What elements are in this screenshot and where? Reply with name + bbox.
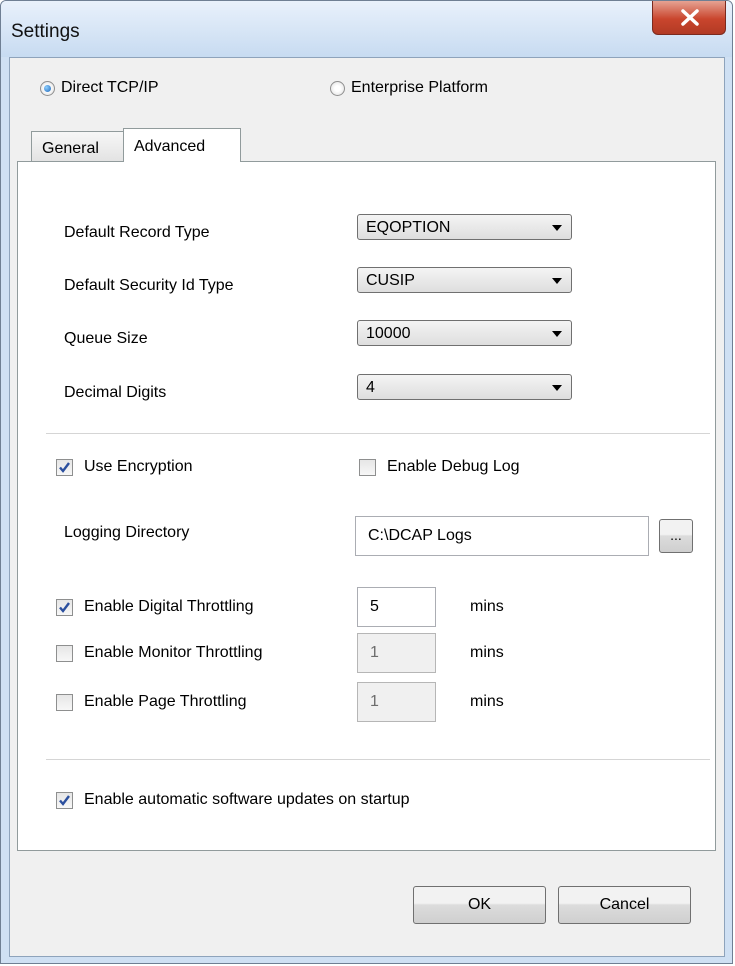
use-encryption-label: Use Encryption <box>84 458 193 475</box>
enable-page-throttling-label: Enable Page Throttling <box>84 693 247 710</box>
decimal-digits-value: 4 <box>366 379 375 396</box>
queue-size-value: 10000 <box>366 325 411 342</box>
logging-directory-label: Logging Directory <box>64 524 190 541</box>
chevron-down-icon <box>552 225 562 231</box>
default-security-id-type-label: Default Security Id Type <box>64 277 234 294</box>
default-record-type-value: EQOPTION <box>366 219 451 236</box>
radio-direct-tcpip[interactable] <box>40 81 55 96</box>
enable-page-throttling-checkbox[interactable] <box>56 694 73 711</box>
digital-throttling-input[interactable] <box>357 587 436 627</box>
checkmark-icon <box>59 462 70 473</box>
close-icon <box>681 9 699 26</box>
ok-button[interactable]: OK <box>413 886 546 924</box>
default-security-id-type-value: CUSIP <box>366 272 415 289</box>
queue-size-label: Queue Size <box>64 330 148 347</box>
separator <box>46 433 710 435</box>
advanced-tab-panel: Default Record Type EQOPTION Default Sec… <box>17 161 716 851</box>
logging-directory-input[interactable] <box>355 516 649 556</box>
enable-debug-log-checkbox[interactable] <box>359 459 376 476</box>
digital-throttling-unit: mins <box>470 598 504 615</box>
enable-digital-throttling-checkbox[interactable] <box>56 599 73 616</box>
decimal-digits-select[interactable]: 4 <box>357 374 572 400</box>
radio-enterprise-platform-label: Enterprise Platform <box>351 79 488 96</box>
chevron-down-icon <box>552 278 562 284</box>
window-title: Settings <box>11 21 80 42</box>
default-security-id-type-select[interactable]: CUSIP <box>357 267 572 293</box>
checkmark-icon <box>59 602 70 613</box>
radio-enterprise-platform[interactable] <box>330 81 345 96</box>
cancel-button[interactable]: Cancel <box>558 886 691 924</box>
decimal-digits-label: Decimal Digits <box>64 384 167 401</box>
auto-update-checkbox[interactable] <box>56 792 73 809</box>
page-throttling-unit: mins <box>470 693 504 710</box>
tab-advanced[interactable]: Advanced <box>123 128 241 162</box>
browse-button[interactable]: ... <box>659 519 693 553</box>
enable-monitor-throttling-label: Enable Monitor Throttling <box>84 644 263 661</box>
queue-size-select[interactable]: 10000 <box>357 320 572 346</box>
dialog-body: Direct TCP/IP Enterprise Platform Defaul… <box>9 57 725 957</box>
auto-update-label: Enable automatic software updates on sta… <box>84 791 410 808</box>
use-encryption-checkbox[interactable] <box>56 459 73 476</box>
radio-direct-tcpip-label: Direct TCP/IP <box>61 79 159 96</box>
title-bar[interactable]: Settings <box>1 1 732 57</box>
monitor-throttling-unit: mins <box>470 644 504 661</box>
separator <box>46 759 710 761</box>
chevron-down-icon <box>552 331 562 337</box>
chevron-down-icon <box>552 385 562 391</box>
settings-window: Settings Direct TCP/IP Enterprise Platfo… <box>0 0 733 964</box>
enable-monitor-throttling-checkbox[interactable] <box>56 645 73 662</box>
tab-general[interactable]: General <box>31 131 124 161</box>
enable-debug-log-label: Enable Debug Log <box>387 458 520 475</box>
default-record-type-label: Default Record Type <box>64 224 210 241</box>
enable-digital-throttling-label: Enable Digital Throttling <box>84 598 254 615</box>
page-throttling-input[interactable] <box>357 682 436 722</box>
default-record-type-select[interactable]: EQOPTION <box>357 214 572 240</box>
checkmark-icon <box>59 795 70 806</box>
monitor-throttling-input[interactable] <box>357 633 436 673</box>
close-button[interactable] <box>652 1 726 35</box>
